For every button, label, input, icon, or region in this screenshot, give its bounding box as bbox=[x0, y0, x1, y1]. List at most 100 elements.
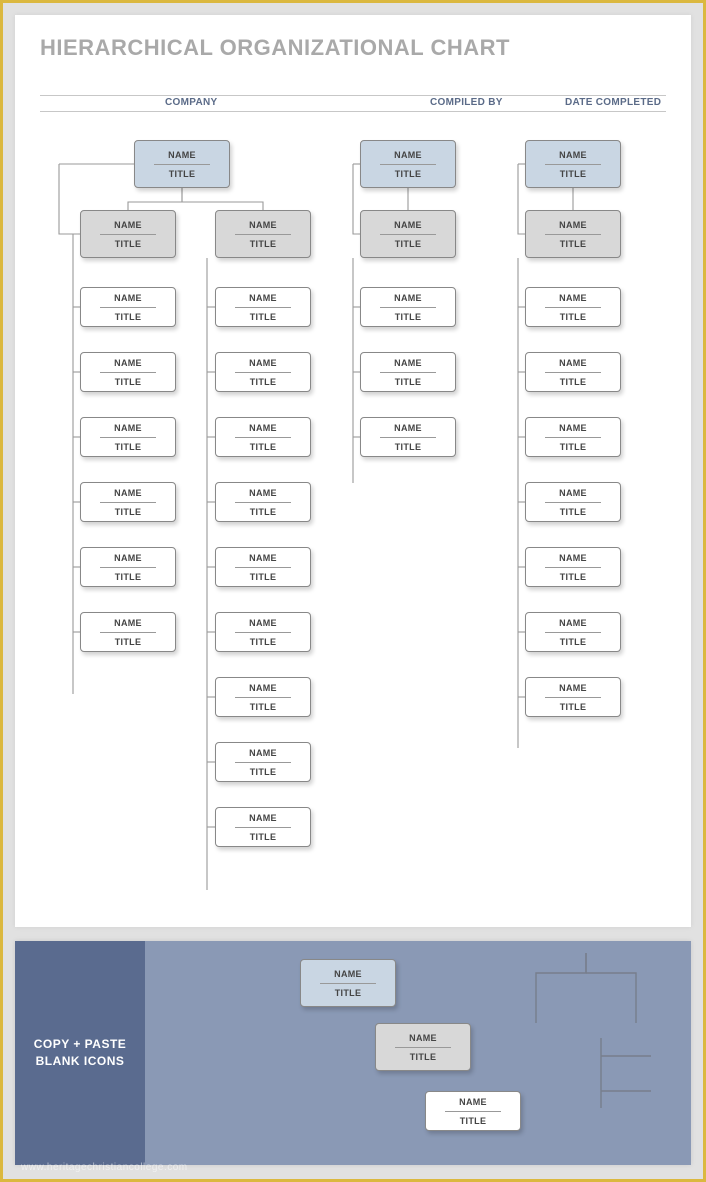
box-title: TITLE bbox=[361, 239, 455, 253]
box-separator bbox=[100, 632, 156, 633]
org-top-box[interactable]: NAME TITLE bbox=[134, 140, 230, 188]
org-leaf-box[interactable]: NAMETITLE bbox=[80, 547, 176, 587]
box-name: NAME bbox=[361, 419, 455, 433]
org-leaf-box[interactable]: NAMETITLE bbox=[215, 677, 311, 717]
box-separator bbox=[380, 164, 436, 165]
icon-panel-canvas: NAMETITLENAMETITLENAMETITLE bbox=[145, 941, 691, 1165]
box-title: TITLE bbox=[81, 637, 175, 651]
box-name: NAME bbox=[526, 419, 620, 433]
org-mid-box[interactable]: NAME TITLE bbox=[215, 210, 311, 258]
box-name: NAME bbox=[526, 216, 620, 230]
box-title: TITLE bbox=[526, 572, 620, 586]
box-separator bbox=[545, 307, 601, 308]
panel-heading-line2: BLANK ICONS bbox=[36, 1054, 125, 1068]
box-name: NAME bbox=[361, 354, 455, 368]
org-leaf-box[interactable]: NAMETITLE bbox=[360, 417, 456, 457]
box-separator bbox=[320, 983, 376, 984]
org-leaf-box[interactable]: NAMETITLE bbox=[525, 482, 621, 522]
icon-panel: COPY + PASTE BLANK ICONS NAMETITLENAMETI… bbox=[15, 941, 691, 1165]
box-name: NAME bbox=[81, 216, 175, 230]
sample-mid-box[interactable]: NAMETITLE bbox=[375, 1023, 471, 1071]
box-separator bbox=[545, 632, 601, 633]
box-title: TITLE bbox=[216, 637, 310, 651]
org-leaf-box[interactable]: NAMETITLE bbox=[525, 352, 621, 392]
org-leaf-box[interactable]: NAMETITLE bbox=[215, 742, 311, 782]
org-leaf-box[interactable]: NAME TITLE bbox=[215, 547, 311, 587]
org-leaf-box[interactable]: NAMETITLE bbox=[215, 352, 311, 392]
box-name: NAME bbox=[361, 289, 455, 303]
box-name: NAME bbox=[135, 146, 229, 160]
box-name: NAME bbox=[216, 484, 310, 498]
box-separator bbox=[235, 372, 291, 373]
org-leaf-box[interactable]: NAME TITLE bbox=[80, 612, 176, 652]
box-separator bbox=[235, 437, 291, 438]
box-name: NAME bbox=[81, 484, 175, 498]
org-chart-canvas: HIERARCHICAL ORGANIZATIONAL CHART COMPAN… bbox=[15, 15, 691, 927]
box-separator bbox=[445, 1111, 501, 1112]
org-top-box[interactable]: NAME TITLE bbox=[525, 140, 621, 188]
org-leaf-box[interactable]: NAME TITLE bbox=[215, 612, 311, 652]
org-leaf-box[interactable]: NAME TITLE bbox=[525, 677, 621, 717]
box-separator bbox=[235, 234, 291, 235]
org-leaf-box[interactable]: NAMETITLE bbox=[80, 352, 176, 392]
org-leaf-box[interactable]: NAMETITLE bbox=[80, 482, 176, 522]
org-mid-box[interactable]: NAME TITLE bbox=[80, 210, 176, 258]
box-name: NAME bbox=[526, 679, 620, 693]
box-separator bbox=[380, 307, 436, 308]
box-title: TITLE bbox=[216, 442, 310, 456]
box-title: TITLE bbox=[526, 169, 620, 183]
box-title: TITLE bbox=[216, 832, 310, 846]
box-name: NAME bbox=[81, 614, 175, 628]
box-title: TITLE bbox=[216, 572, 310, 586]
org-leaf-box[interactable]: NAME TITLE bbox=[360, 352, 456, 392]
org-mid-box[interactable]: NAME TITLE bbox=[360, 210, 456, 258]
box-name: NAME bbox=[526, 614, 620, 628]
box-separator bbox=[545, 697, 601, 698]
box-name: NAME bbox=[526, 146, 620, 160]
box-name: NAME bbox=[216, 614, 310, 628]
box-separator bbox=[380, 372, 436, 373]
sample-leaf-box[interactable]: NAMETITLE bbox=[425, 1091, 521, 1131]
box-title: TITLE bbox=[526, 702, 620, 716]
org-leaf-box[interactable]: NAMETITLE bbox=[80, 287, 176, 327]
box-title: TITLE bbox=[526, 637, 620, 651]
sample-top-box[interactable]: NAME TITLE bbox=[300, 959, 396, 1007]
box-title: TITLE bbox=[216, 767, 310, 781]
box-name: NAME bbox=[526, 354, 620, 368]
org-leaf-box[interactable]: NAME TITLE bbox=[525, 417, 621, 457]
box-separator bbox=[395, 1047, 451, 1048]
box-name: NAME bbox=[216, 216, 310, 230]
box-title: TITLE bbox=[526, 442, 620, 456]
box-separator bbox=[545, 502, 601, 503]
box-title: TITLE bbox=[361, 377, 455, 391]
org-leaf-box[interactable]: NAMETITLE bbox=[525, 547, 621, 587]
box-title: TITLE bbox=[526, 239, 620, 253]
watermark: www.heritagechristiancollege.com bbox=[21, 1162, 188, 1173]
org-leaf-box[interactable]: NAMETITLE bbox=[80, 417, 176, 457]
org-top-box[interactable]: NAME TITLE bbox=[360, 140, 456, 188]
org-leaf-box[interactable]: NAMETITLE bbox=[215, 807, 311, 847]
org-leaf-box[interactable]: NAMETITLE bbox=[525, 287, 621, 327]
box-separator bbox=[235, 762, 291, 763]
box-name: NAME bbox=[216, 549, 310, 563]
org-leaf-box[interactable]: NAME TITLE bbox=[525, 612, 621, 652]
box-separator bbox=[235, 307, 291, 308]
box-title: TITLE bbox=[216, 312, 310, 326]
box-separator bbox=[154, 164, 210, 165]
box-title: TITLE bbox=[301, 988, 395, 1002]
org-mid-box[interactable]: NAME TITLE bbox=[525, 210, 621, 258]
org-leaf-box[interactable]: NAMETITLE bbox=[215, 482, 311, 522]
box-name: NAME bbox=[301, 965, 395, 979]
box-title: TITLE bbox=[526, 312, 620, 326]
bracket-sample-2 bbox=[591, 1036, 671, 1126]
org-leaf-box[interactable]: NAMETITLE bbox=[360, 287, 456, 327]
box-separator bbox=[545, 437, 601, 438]
org-leaf-box[interactable]: NAMETITLE bbox=[215, 287, 311, 327]
box-separator bbox=[235, 827, 291, 828]
box-separator bbox=[545, 164, 601, 165]
box-name: NAME bbox=[81, 354, 175, 368]
box-name: NAME bbox=[81, 549, 175, 563]
box-name: NAME bbox=[216, 419, 310, 433]
box-title: TITLE bbox=[81, 442, 175, 456]
org-leaf-box[interactable]: NAME TITLE bbox=[215, 417, 311, 457]
